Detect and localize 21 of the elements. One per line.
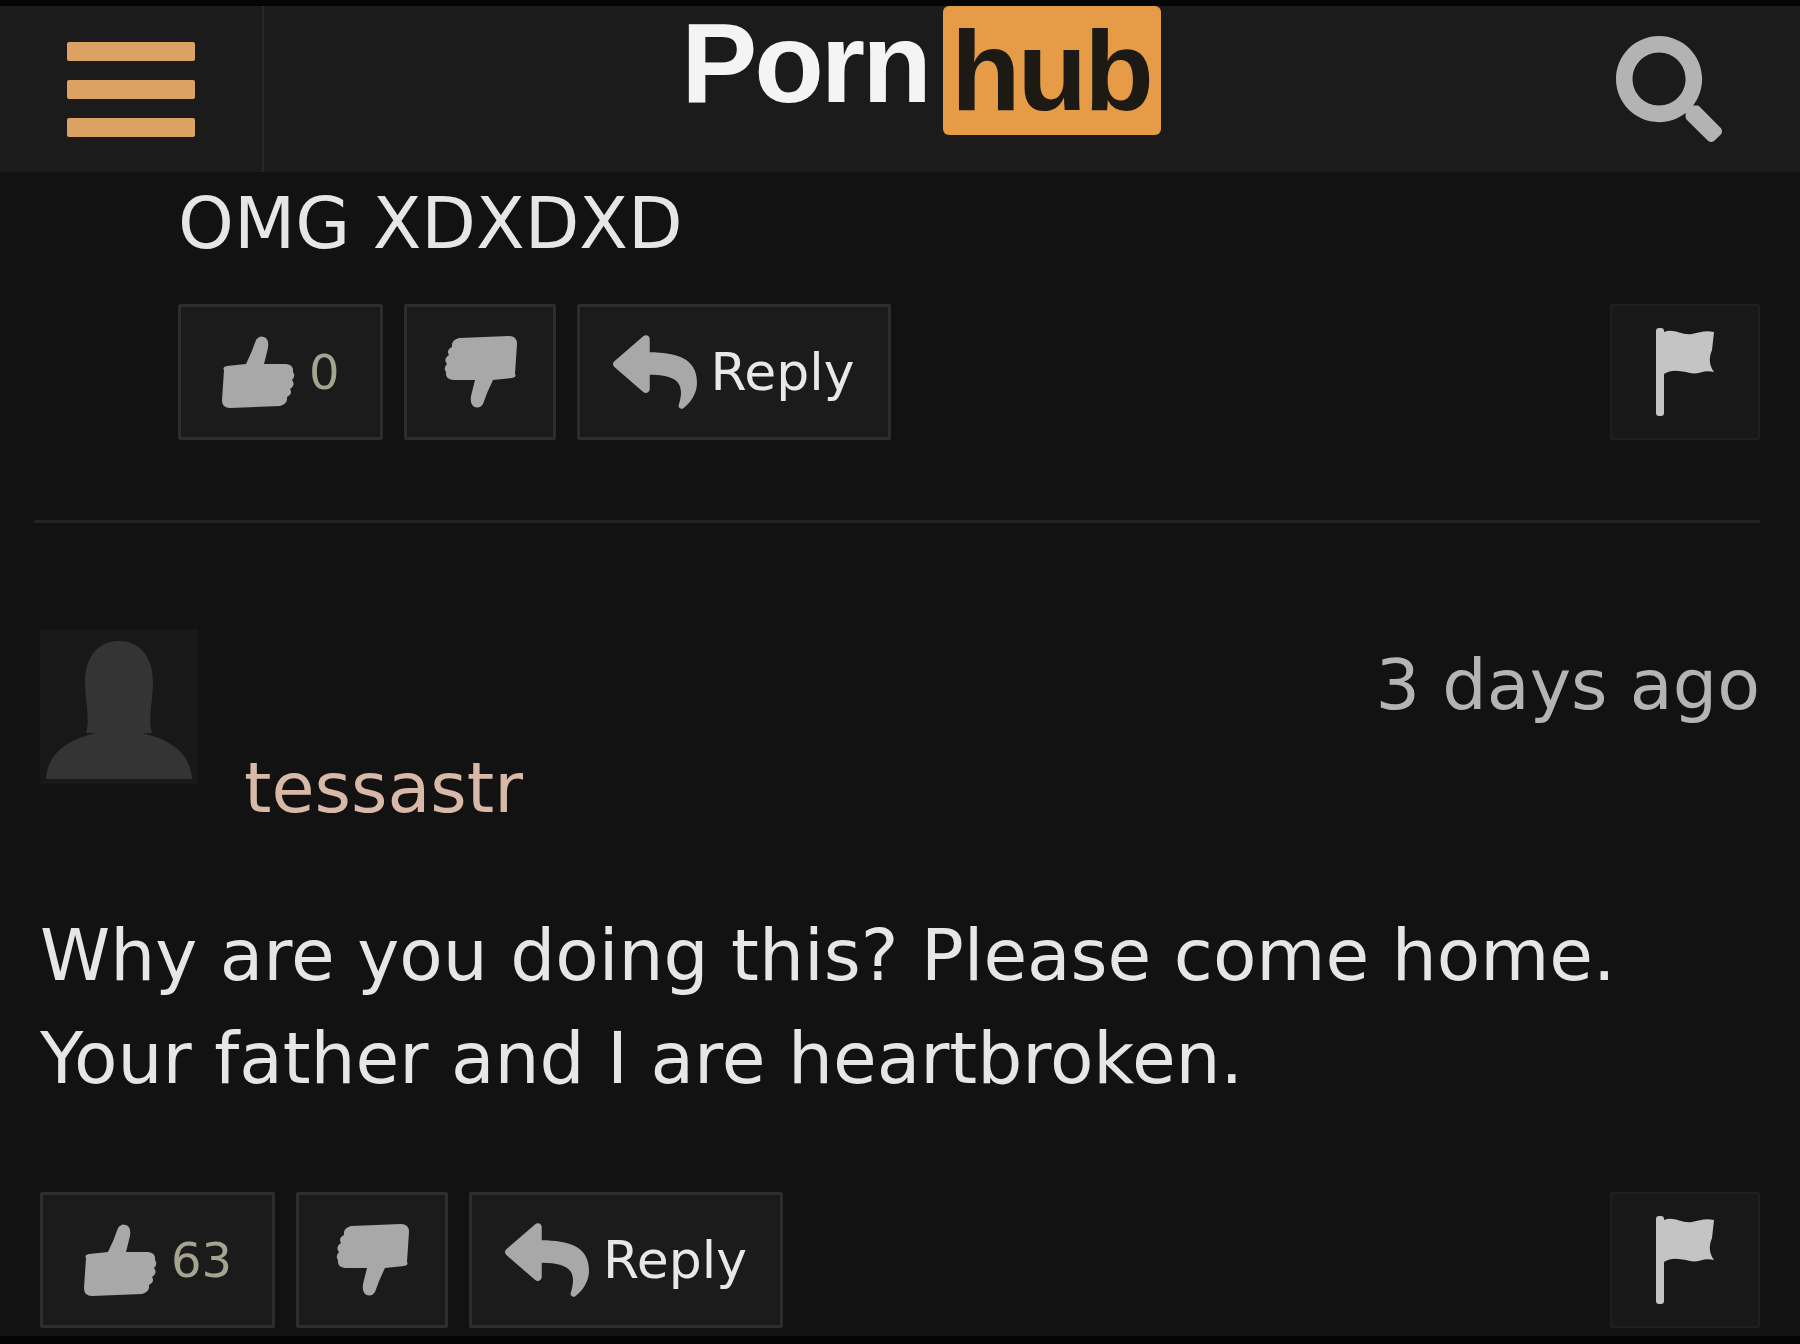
timestamp: 3 days ago <box>1375 643 1760 727</box>
username[interactable]: tessastr <box>244 746 524 830</box>
comment-text: Why are you doing this? Please come home. Your father and I are heartbroken. <box>40 913 1617 1102</box>
logo-badge[interactable]: hub <box>942 6 1161 135</box>
comment-text: OMG XDXDXD <box>178 181 684 267</box>
dislike-button[interactable] <box>296 1192 449 1328</box>
report-button[interactable] <box>1610 1192 1760 1328</box>
thumbs-down-icon <box>334 1224 411 1296</box>
flag-icon <box>1656 328 1714 416</box>
logo-wordmark[interactable]: Porn <box>681 6 929 120</box>
report-button[interactable] <box>1610 304 1760 440</box>
menu-icon[interactable] <box>67 41 195 137</box>
dislike-button[interactable] <box>403 304 556 440</box>
flag-icon <box>1656 1216 1714 1304</box>
thumbs-up-icon <box>221 336 297 408</box>
reply-button[interactable]: Reply <box>469 1192 784 1328</box>
like-button[interactable]: 0 <box>178 304 383 440</box>
thumbs-up-icon <box>83 1224 159 1296</box>
search-icon[interactable] <box>1616 36 1722 142</box>
reply-button[interactable]: Reply <box>576 304 891 440</box>
like-button[interactable]: 63 <box>40 1192 276 1328</box>
